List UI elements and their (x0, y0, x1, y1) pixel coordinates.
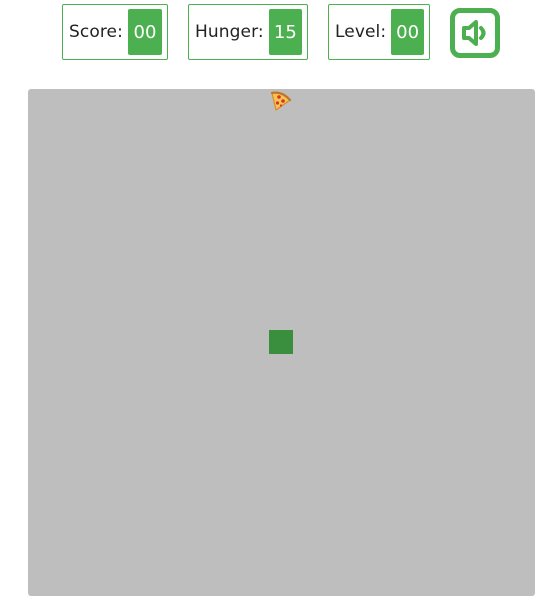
pizza-icon (270, 90, 292, 112)
score-label: Score: (69, 22, 123, 42)
sound-toggle-button[interactable] (450, 8, 500, 58)
speaker-icon (462, 20, 486, 46)
score-value: 00 (127, 9, 162, 55)
hunger-value: 15 (268, 9, 302, 55)
level-label: Level: (335, 22, 387, 42)
score-box: Score: 00 (62, 4, 168, 60)
snake-head (269, 330, 293, 354)
level-value: 00 (391, 9, 424, 55)
hunger-box: Hunger: 15 (188, 4, 308, 60)
level-box: Level: 00 (328, 4, 430, 60)
hunger-label: Hunger: (195, 22, 264, 42)
game-board[interactable] (28, 89, 535, 596)
